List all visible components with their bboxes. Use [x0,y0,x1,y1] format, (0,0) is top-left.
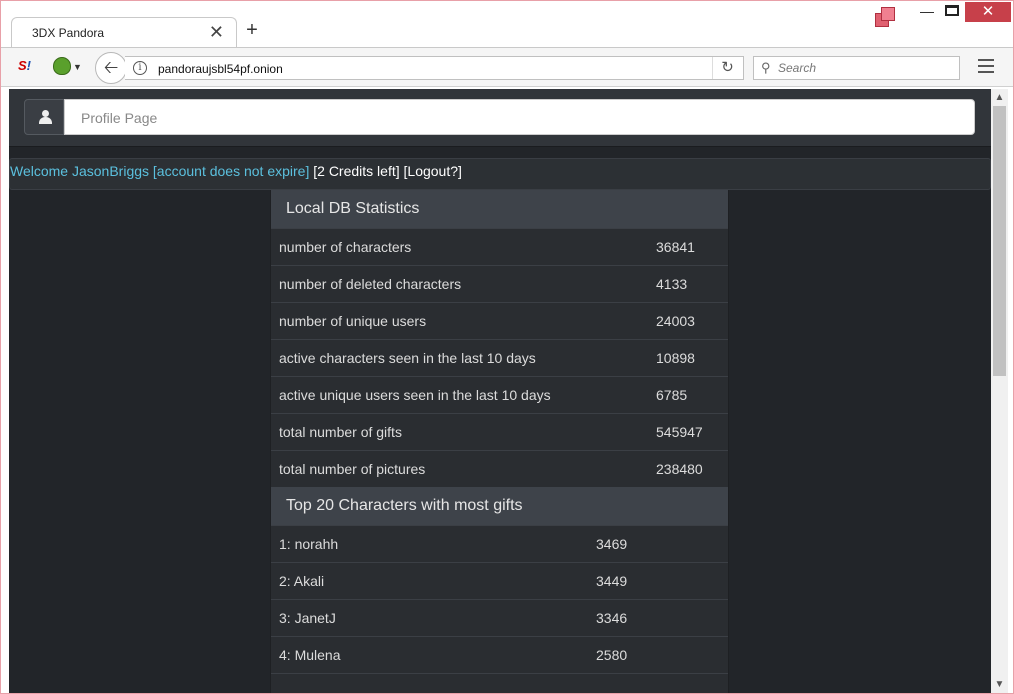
page-content: Profile Page Welcome JasonBriggs [accoun… [9,89,991,693]
character-name: 3: JanetJ [279,610,336,626]
tab-active[interactable]: 3DX Pandora ✕ [11,17,237,47]
welcome-bar: Welcome JasonBriggs [account does not ex… [9,158,991,190]
stat-value: 4133 [656,276,688,292]
gift-count: 3469 [596,536,628,552]
stat-value: 6785 [656,387,688,403]
character-name: 1: norahh [279,536,339,552]
table-row: number of characters 36841 [271,228,728,265]
stat-label: number of unique users [279,313,427,329]
close-window-button[interactable]: ✕ [965,2,1011,22]
search-icon: ⚲ [761,60,771,75]
gift-count: 3346 [596,610,628,626]
scroll-up-icon[interactable]: ▲ [991,89,1008,106]
profile-field[interactable]: Profile Page [64,99,975,135]
gift-count: 2580 [596,647,628,663]
stat-label: active characters seen in the last 10 da… [279,350,536,366]
tab-title: 3DX Pandora [32,26,105,40]
character-name: 2: Akali [279,573,325,589]
restore-icon [875,7,897,27]
chevron-down-icon[interactable]: ▼ [73,62,82,72]
tab-close-icon[interactable]: ✕ [209,22,224,43]
welcome-user-link[interactable]: Welcome JasonBriggs [account does not ex… [10,163,309,179]
stat-label: active unique users seen in the last 10 … [279,387,551,403]
stat-label: total number of pictures [279,461,426,477]
browser-window: 3DX Pandora ✕ + — ✕ S! ▼ 🡠 i pandoraujsb… [0,0,1014,694]
table-row: active characters seen in the last 10 da… [271,339,728,376]
onion-icon[interactable] [53,57,71,75]
profile-bar: Profile Page [9,89,991,147]
logout-link[interactable]: [Logout?] [404,163,462,179]
stat-label: number of characters [279,239,412,255]
table-row [271,673,728,693]
db-stats-heading: Local DB Statistics [271,190,728,228]
url-bar[interactable]: i pandoraujsbl54pf.onion ↻ [125,56,744,80]
stat-value: 24003 [656,313,695,329]
back-button[interactable]: 🡠 [95,52,127,84]
table-row: active unique users seen in the last 10 … [271,376,728,413]
table-row: 1: norahh 3469 [271,525,728,562]
gift-count: 3449 [596,573,628,589]
scrollbar[interactable]: ▲ ▼ [991,89,1008,693]
stat-label: number of deleted characters [279,276,462,292]
info-icon[interactable]: i [133,61,147,75]
stat-value: 545947 [656,424,703,440]
scroll-thumb[interactable] [993,106,1006,376]
stat-value: 10898 [656,350,695,366]
scroll-down-icon[interactable]: ▼ [991,676,1008,693]
stat-value: 36841 [656,239,695,255]
credits-text: [2 Credits left] [313,163,400,179]
table-row: number of unique users 24003 [271,302,728,339]
profile-addon [24,99,64,135]
noscript-icon[interactable]: S! [18,58,38,78]
table-row: 2: Akali 3449 [271,562,728,599]
table-row: total number of gifts 545947 [271,413,728,450]
stats-panel: Local DB Statistics number of characters… [270,190,729,693]
navigation-toolbar: S! ▼ 🡠 i pandoraujsbl54pf.onion ↻ ⚲ [1,47,1013,87]
table-row: 3: JanetJ 3346 [271,599,728,636]
table-row: total number of pictures 238480 [271,450,728,487]
top-gifts-heading: Top 20 Characters with most gifts [271,487,728,525]
profile-label: Profile Page [81,110,158,126]
character-name: 4: Mulena [279,647,341,663]
stat-label: total number of gifts [279,424,402,440]
url-text[interactable]: pandoraujsbl54pf.onion [158,62,283,76]
reload-icon[interactable]: ↻ [712,57,742,79]
minimize-button[interactable]: — [919,3,935,19]
table-row: number of deleted characters 4133 [271,265,728,302]
user-icon [39,110,52,124]
menu-icon[interactable] [978,59,994,75]
title-bar: 3DX Pandora ✕ + — ✕ [1,1,1013,47]
search-bar[interactable]: ⚲ [753,56,960,80]
table-row: 4: Mulena 2580 [271,636,728,673]
back-icon: 🡠 [103,57,119,77]
stat-value: 238480 [656,461,703,477]
search-input[interactable] [778,59,953,77]
maximize-button[interactable] [945,5,959,16]
new-tab-button[interactable]: + [241,19,263,42]
welcome-text: Welcome JasonBriggs [account does not ex… [10,163,462,179]
